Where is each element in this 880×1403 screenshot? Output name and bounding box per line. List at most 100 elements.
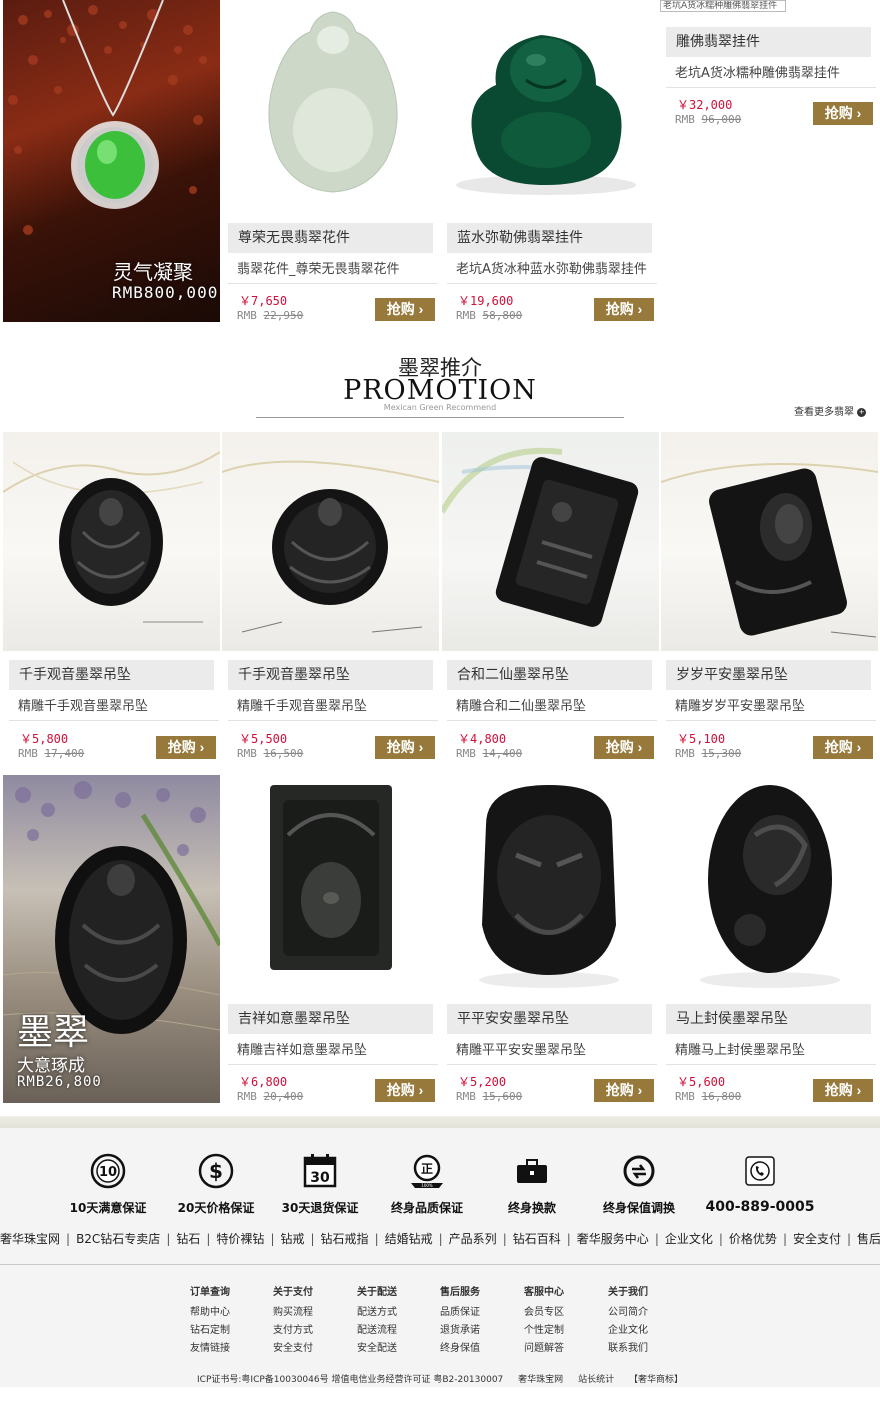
product-subtitle[interactable]: 老坑A货冰糯种雕佛翡翠挂件 — [675, 65, 840, 83]
footer-column-aftersales: 售后服务 品质保证 退货承诺 终身保值 — [430, 1283, 490, 1358]
footer-nav: 奢华珠宝网 | B2C钻石专卖店 | 钻石 | 特价裸钻 | 钻戒 | 钻石戒指 | 结婚钻戒 | 产品系列… — [0, 1230, 880, 1247]
trademark-link[interactable]: 【奢华商标】 — [629, 1375, 683, 1385]
more-jade-link[interactable]: 查看更多翡翠 + — [794, 403, 867, 418]
footer-link[interactable]: 终身保值 — [430, 1340, 490, 1358]
hotline-number: 400-889-0005 — [705, 1199, 815, 1215]
banner-price: RMB26,800 — [17, 1074, 102, 1090]
service-30-day[interactable]: 30 30天退货保证 — [279, 1153, 361, 1216]
product-name[interactable]: 马上封侯墨翠吊坠 — [666, 1004, 871, 1034]
buy-button[interactable]: 抢购 › — [594, 736, 654, 759]
service-10-day[interactable]: 10 10天满意保证 — [67, 1153, 149, 1216]
product-image[interactable] — [228, 775, 438, 1000]
dollar-coin-icon: $ — [198, 1153, 234, 1189]
footer-nav-link[interactable]: 钻石百科 — [513, 1232, 561, 1246]
product-image[interactable] — [228, 0, 438, 222]
footer-link[interactable]: 配送流程 — [347, 1322, 407, 1340]
buy-button[interactable]: 抢购 › — [375, 298, 435, 321]
buy-button[interactable]: 抢购 › — [594, 298, 654, 321]
footer-nav-link[interactable]: 价格优势 — [729, 1232, 777, 1246]
footer-link[interactable]: 个性定制 — [514, 1322, 574, 1340]
buy-button[interactable]: 抢购 › — [813, 736, 873, 759]
buy-button[interactable]: 抢购 › — [375, 736, 435, 759]
product-subtitle[interactable]: 精雕千手观音墨翠吊坠 — [237, 698, 367, 716]
footer-column-about: 关于我们 公司简介 企业文化 联系我们 — [598, 1283, 658, 1358]
footer-link[interactable]: 问题解答 — [514, 1340, 574, 1358]
footer-link[interactable]: 安全支付 — [263, 1340, 323, 1358]
product-image[interactable] — [661, 432, 878, 651]
footer-nav-link[interactable]: 特价裸钻 — [216, 1232, 264, 1246]
briefcase-icon — [517, 1159, 547, 1183]
feature-banner-moi[interactable]: 墨翠 大意琢成 RMB26,800 — [3, 775, 220, 1103]
product-subtitle[interactable]: 老坑A货冰种蓝水弥勒佛翡翠挂件 — [456, 261, 647, 279]
product-name[interactable]: 合和二仙墨翠吊坠 — [447, 660, 652, 690]
buy-button[interactable]: 抢购 › — [156, 736, 216, 759]
section-subtitle-en: Mexican Green Recommend — [383, 403, 497, 412]
footer-link[interactable]: 企业文化 — [598, 1322, 658, 1340]
footer-nav-link[interactable]: 钻戒 — [280, 1232, 304, 1246]
service-label: 20天价格保证 — [177, 1201, 255, 1215]
product-image[interactable] — [446, 775, 656, 1000]
footer-link[interactable]: 会员专区 — [514, 1304, 574, 1322]
footer-nav-link[interactable]: 奢华珠宝网 — [0, 1232, 60, 1246]
footer-nav-link[interactable]: 企业文化 — [665, 1232, 713, 1246]
plus-circle-icon: + — [857, 407, 867, 417]
footer-nav-link[interactable]: 钻石 — [176, 1232, 200, 1246]
footer-column-orders: 订单查询 帮助中心 钻石定制 友情链接 — [180, 1283, 240, 1358]
footer-link[interactable]: 安全配送 — [347, 1340, 407, 1358]
product-original-price: RMB 96,000 — [675, 113, 742, 126]
footer-nav-link[interactable]: B2C钻石专卖店 — [76, 1232, 160, 1246]
service-value-exchange[interactable]: 终身保值调换 — [598, 1153, 680, 1216]
footer-link[interactable]: 公司简介 — [598, 1304, 658, 1322]
product-name[interactable]: 雕佛翡翠挂件 — [666, 27, 871, 57]
footer-link[interactable]: 品质保证 — [430, 1304, 490, 1322]
service-exchange-style[interactable]: 终身换款 — [491, 1153, 573, 1216]
footer-nav-link[interactable]: 产品系列 — [449, 1232, 497, 1246]
footer-link[interactable]: 友情链接 — [180, 1340, 240, 1358]
product-original-price: RMB 14,400 — [456, 747, 523, 760]
buy-button[interactable]: 抢购 › — [375, 1079, 435, 1102]
product-name[interactable]: 吉祥如意墨翠吊坠 — [228, 1004, 433, 1034]
service-quality[interactable]: 正 100% 终身品质保证 — [386, 1153, 468, 1216]
footer-link[interactable]: 退货承诺 — [430, 1322, 490, 1340]
footer-link[interactable]: 钻石定制 — [180, 1322, 240, 1340]
product-subtitle[interactable]: 精雕千手观音墨翠吊坠 — [18, 698, 148, 716]
footer-link[interactable]: 配送方式 — [347, 1304, 407, 1322]
footer-nav-link[interactable]: 售后服务 — [857, 1232, 880, 1246]
product-image[interactable] — [222, 432, 439, 651]
footer-nav-link[interactable]: 奢华服务中心 — [577, 1232, 649, 1246]
product-image[interactable] — [3, 432, 220, 651]
product-subtitle[interactable]: 精雕合和二仙墨翠吊坠 — [456, 698, 586, 716]
footer-link[interactable]: 帮助中心 — [180, 1304, 240, 1322]
footer-nav-link[interactable]: 结婚钻戒 — [385, 1232, 433, 1246]
product-name[interactable]: 蓝水弥勒佛翡翠挂件 — [447, 223, 652, 253]
product-image[interactable] — [665, 775, 875, 1000]
product-subtitle[interactable]: 精雕平平安安墨翠吊坠 — [456, 1042, 586, 1060]
product-subtitle[interactable]: 翡翠花件_尊荣无畏翡翠花件 — [237, 261, 400, 279]
product-name[interactable]: 尊荣无畏翡翠花件 — [228, 223, 433, 253]
site-name-link[interactable]: 奢华珠宝网 — [518, 1375, 563, 1385]
buy-button[interactable]: 抢购 › — [594, 1079, 654, 1102]
footer-link[interactable]: 购买流程 — [263, 1304, 323, 1322]
buy-button[interactable]: 抢购 › — [813, 1079, 873, 1102]
footer-link[interactable]: 支付方式 — [263, 1322, 323, 1340]
service-hotline[interactable]: 400-889-0005 — [702, 1153, 818, 1215]
buy-button[interactable]: 抢购 › — [813, 102, 873, 125]
service-20-day[interactable]: $ 20天价格保证 — [175, 1153, 257, 1216]
footer-link[interactable]: 联系我们 — [598, 1340, 658, 1358]
footer-nav-link[interactable]: 安全支付 — [793, 1232, 841, 1246]
product-name[interactable]: 平平安安墨翠吊坠 — [447, 1004, 652, 1034]
footer-nav-link[interactable]: 钻石戒指 — [321, 1232, 369, 1246]
phone-icon — [745, 1156, 775, 1186]
feature-banner-jade[interactable]: 灵气凝聚 RMB800,000 — [3, 0, 220, 322]
10-day-badge-icon: 10 — [90, 1153, 126, 1189]
product-name[interactable]: 岁岁平安墨翠吊坠 — [666, 660, 871, 690]
product-name[interactable]: 千手观音墨翠吊坠 — [228, 660, 433, 690]
site-stats-link[interactable]: 站长统计 — [578, 1375, 614, 1385]
product-image[interactable] — [446, 0, 656, 222]
product-subtitle[interactable]: 精雕马上封侯墨翠吊坠 — [675, 1042, 805, 1060]
product-subtitle[interactable]: 精雕岁岁平安墨翠吊坠 — [675, 698, 805, 716]
product-subtitle[interactable]: 精雕吉祥如意墨翠吊坠 — [237, 1042, 367, 1060]
product-name[interactable]: 千手观音墨翠吊坠 — [9, 660, 214, 690]
product-image[interactable] — [442, 432, 659, 651]
broken-product-image[interactable]: 老坑A货冰糯种雕佛翡翠挂件 — [660, 0, 786, 12]
